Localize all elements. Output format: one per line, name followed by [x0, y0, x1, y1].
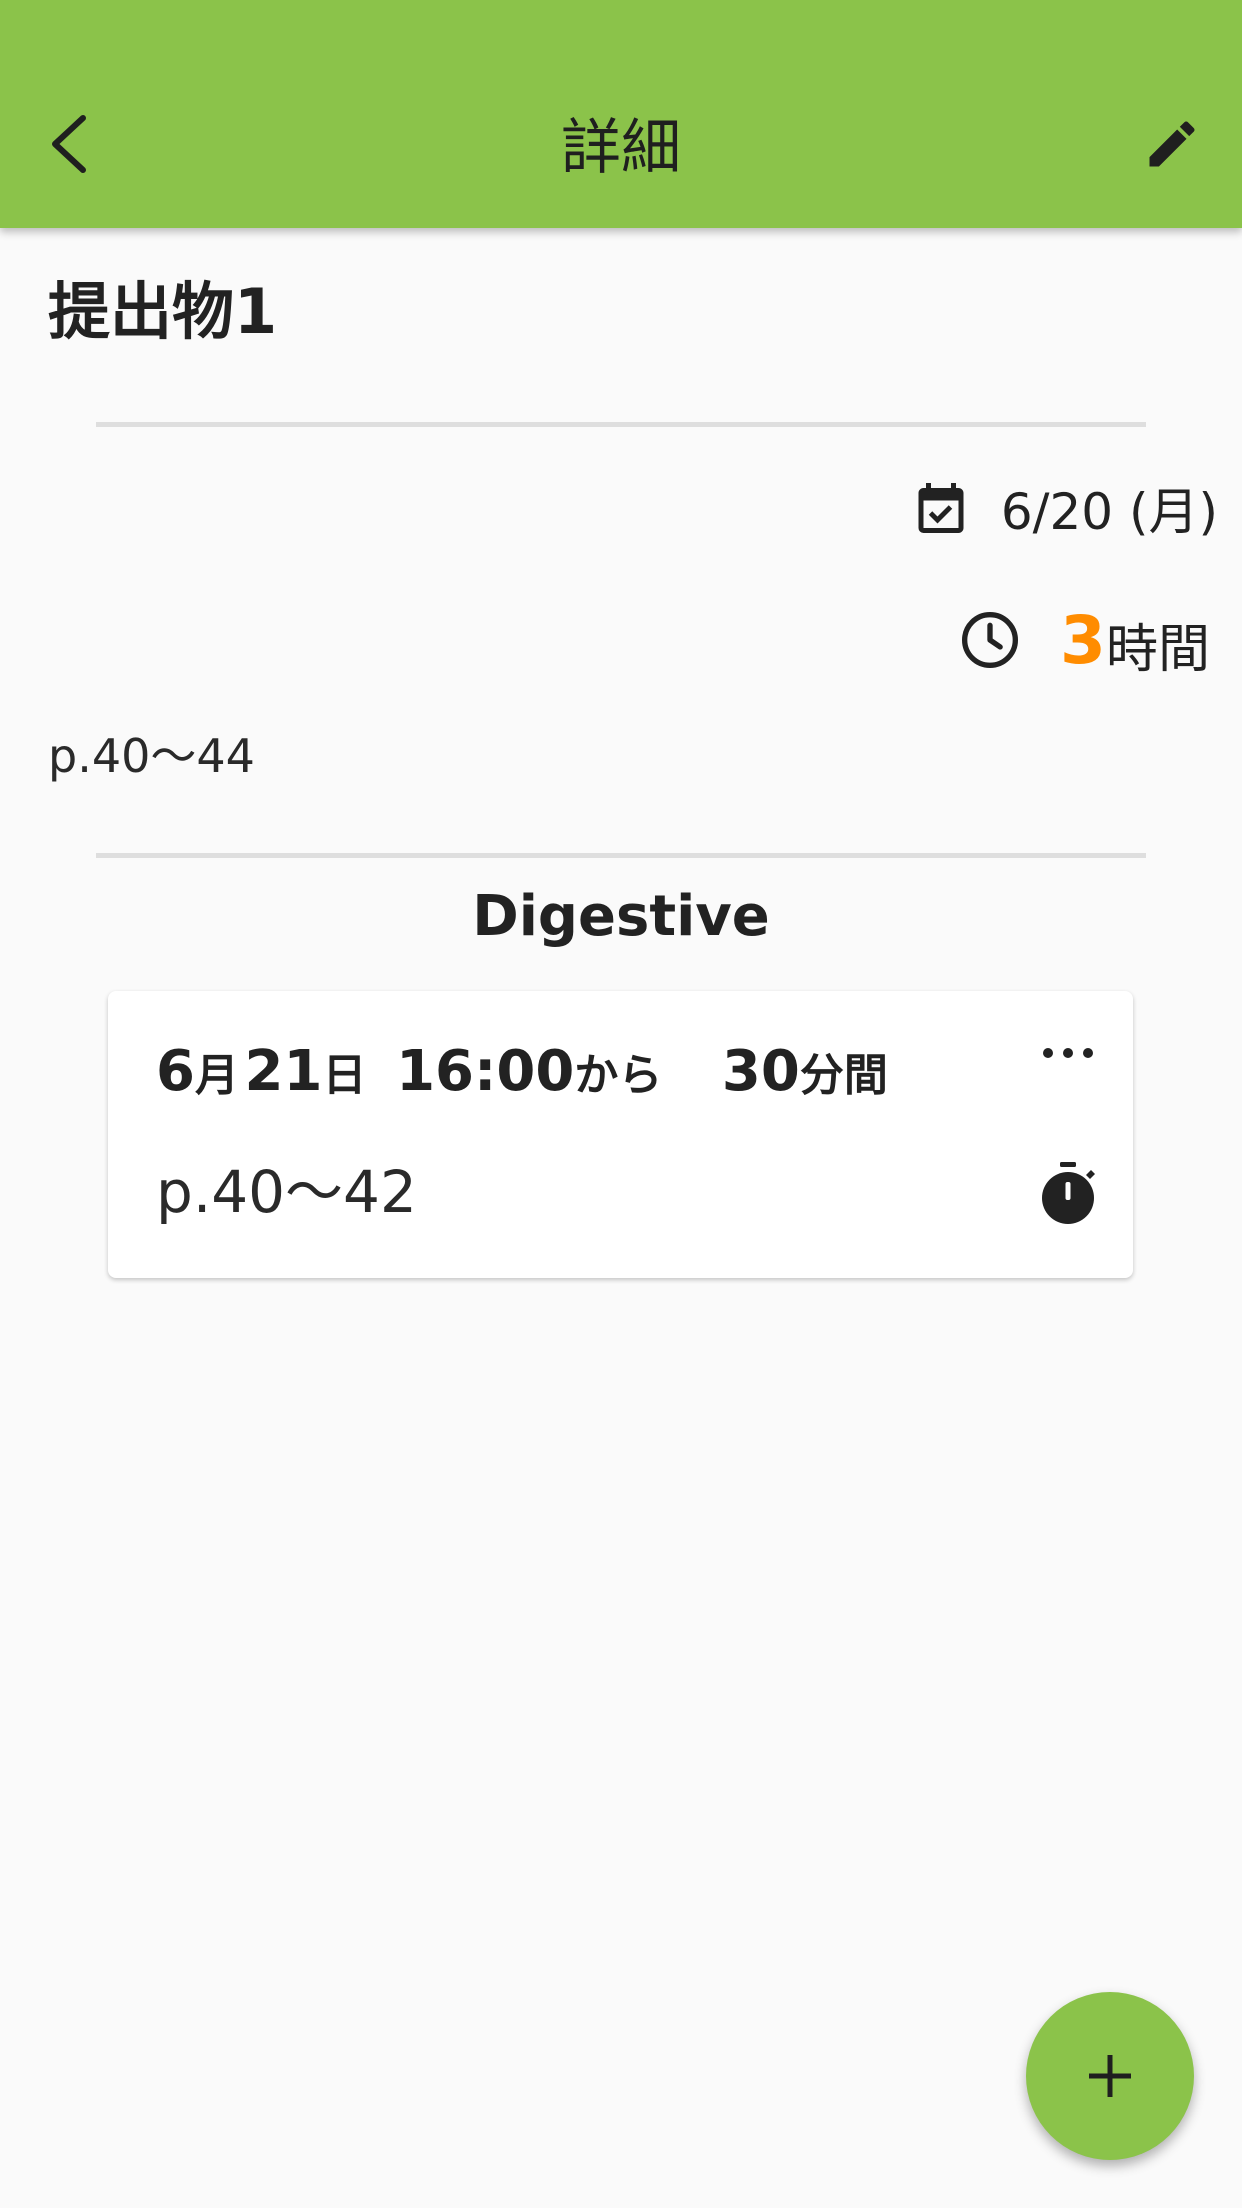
estimated-hours-value: 3 — [1060, 601, 1106, 679]
more-horizontal-icon — [1043, 1048, 1093, 1058]
session-start-time: 16:00 — [396, 1039, 575, 1104]
clock-icon — [962, 612, 1019, 668]
divider — [96, 422, 1146, 427]
pencil-icon — [1149, 121, 1195, 167]
session-month-unit: 月 — [194, 1050, 239, 1101]
due-date-row: 6/20 (月) — [911, 470, 1218, 546]
app-bar: 詳細 — [0, 0, 1242, 228]
study-session-card[interactable]: 6月 21日 16:00から 30分間 p.40～42 — [108, 991, 1133, 1278]
calendar-check-icon — [918, 483, 964, 533]
add-session-button[interactable] — [1026, 1992, 1194, 2160]
assignment-memo: p.40～44 — [48, 729, 255, 783]
due-date: 6/20 (月) — [1000, 483, 1218, 541]
session-memo: p.40～42 — [156, 1158, 417, 1226]
session-day-unit: 日 — [322, 1050, 367, 1101]
page-title: 詳細 — [561, 113, 681, 183]
plus-icon — [1089, 2055, 1131, 2097]
session-start-suffix: から — [574, 1050, 663, 1101]
session-duration: 30 — [721, 1039, 800, 1104]
stopwatch-icon — [1042, 1162, 1095, 1224]
estimated-time-row: 3 時間 — [958, 600, 1210, 680]
session-schedule: 6月 21日 16:00から 30分間 — [156, 1039, 888, 1104]
subject-name: Digestive — [472, 884, 770, 949]
estimated-hours-unit: 時間 — [1105, 619, 1210, 680]
assignment-title: 提出物1 — [48, 275, 278, 348]
session-duration-unit: 分間 — [799, 1050, 888, 1101]
session-menu-button[interactable] — [1033, 1033, 1103, 1073]
edit-button[interactable] — [1124, 100, 1220, 188]
session-timer-button[interactable] — [1033, 1156, 1103, 1230]
divider — [96, 853, 1146, 858]
session-month: 6 — [156, 1039, 195, 1104]
session-day: 21 — [244, 1039, 323, 1104]
